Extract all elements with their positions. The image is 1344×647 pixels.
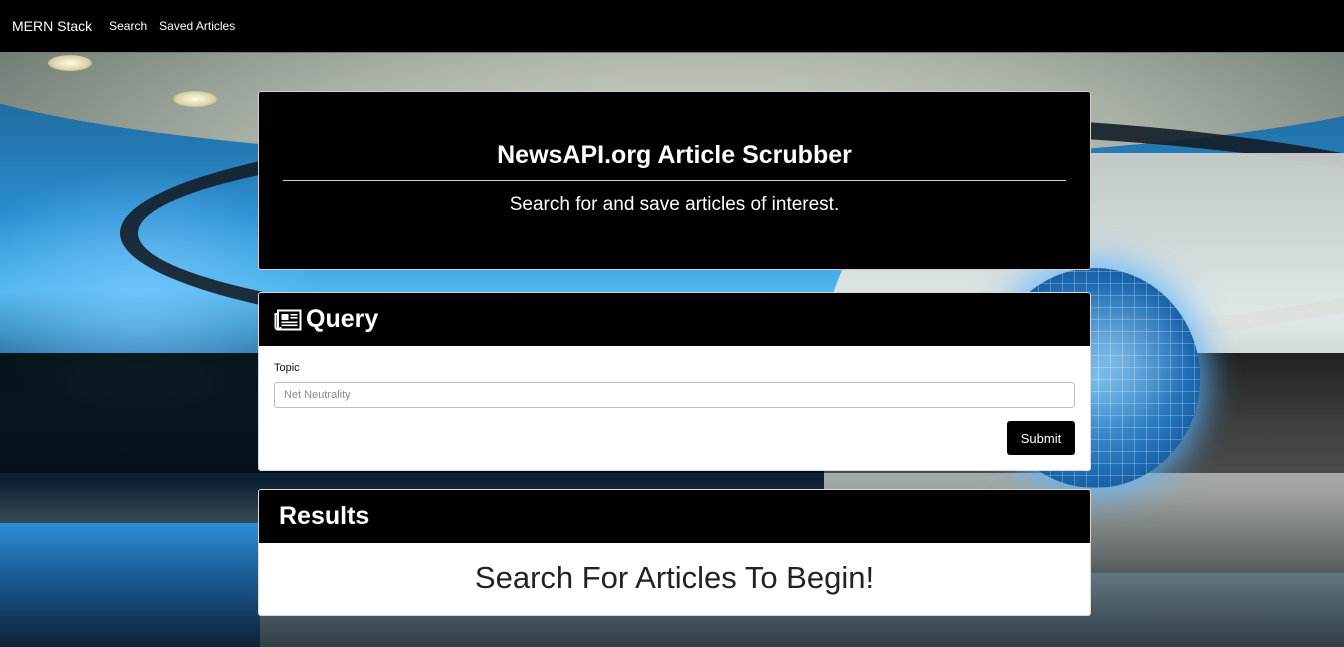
jumbotron: NewsAPI.org Article Scrubber Search for … [258, 91, 1091, 270]
studio-desk [0, 523, 260, 647]
navbar: MERN Stack Search Saved Articles [0, 0, 1344, 53]
results-empty-message: Search For Articles To Begin! [474, 560, 875, 595]
topic-input[interactable] [274, 382, 1075, 408]
page-title: NewsAPI.org Article Scrubber [497, 141, 852, 169]
page-subtitle: Search for and save articles of interest… [509, 194, 840, 215]
query-panel-title: Query [306, 305, 379, 333]
ceiling-lamp [48, 55, 92, 71]
query-panel: Query Topic Submit [258, 292, 1091, 471]
query-panel-heading: Query [259, 293, 1090, 346]
query-form: Topic Submit [259, 346, 1090, 470]
nav-link-saved-articles[interactable]: Saved Articles [159, 19, 235, 33]
results-panel: Results Search For Articles To Begin! [258, 489, 1091, 616]
ceiling-lamp [173, 91, 217, 107]
divider [283, 180, 1066, 181]
submit-button[interactable]: Submit [1007, 421, 1075, 455]
topic-label: Topic [274, 362, 300, 374]
results-panel-title: Results [279, 502, 370, 530]
results-panel-heading: Results [259, 490, 1090, 543]
newspaper-icon [274, 309, 302, 331]
navbar-brand[interactable]: MERN Stack [12, 18, 92, 34]
results-body: Search For Articles To Begin! [259, 543, 1090, 596]
nav-link-search[interactable]: Search [109, 19, 147, 33]
